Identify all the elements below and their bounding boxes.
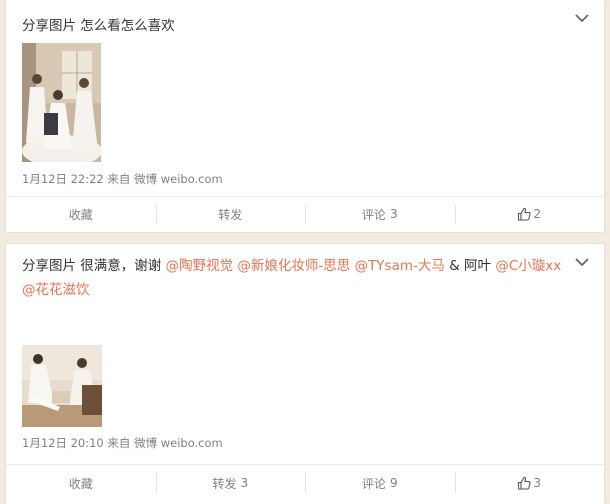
post-text: 分享图片 怎么看怎么喜欢 [22, 14, 576, 38]
thumbs-up-icon [518, 207, 532, 221]
mention-link[interactable]: @TYsam-大马 [355, 258, 445, 274]
comment-label: 评论 [361, 476, 386, 491]
post-via: 来自 [107, 436, 131, 450]
comment-count: 3 [389, 207, 398, 221]
chevron-down-icon[interactable] [574, 12, 590, 24]
like-count: 2 [533, 207, 542, 221]
like-button[interactable]: 3 [454, 465, 605, 501]
repost-count: 3 [240, 476, 249, 490]
comment-label: 评论 [361, 207, 386, 222]
weibo-post: 分享图片 很满意，谢谢 @陶野视觉 @新娘化妆师-思思 @TYsam-大马 & … [5, 243, 605, 504]
bridal-photo-image [22, 345, 102, 427]
favorite-button[interactable]: 收藏 [6, 197, 156, 231]
repost-button[interactable]: 转发 3 [155, 465, 306, 501]
thumbs-up-icon [518, 476, 532, 490]
favorite-label: 收藏 [68, 207, 93, 222]
weibo-post: 分享图片 怎么看怎么喜欢 1月12日 22:22 来自 微博 weibo.com… [5, 0, 605, 233]
post-photo[interactable] [22, 345, 102, 427]
post-actions: 收藏 转发 3 评论 9 3 [6, 464, 604, 501]
favorite-button[interactable]: 收藏 [6, 465, 156, 501]
repost-label: 转发 [212, 476, 237, 491]
bridal-photo-image [22, 43, 101, 162]
post-time[interactable]: 1月12日 20:10 [22, 436, 104, 450]
post-source[interactable]: 微博 weibo.com [134, 172, 223, 186]
repost-button[interactable]: 转发 [155, 197, 306, 231]
post-actions: 收藏 转发 评论 3 2 [6, 196, 604, 231]
comment-button[interactable]: 评论 9 [305, 465, 455, 501]
mention-link[interactable]: @新娘化妆师-思思 [237, 258, 350, 274]
post-source[interactable]: 微博 weibo.com [134, 436, 223, 450]
repost-label: 转发 [218, 207, 243, 222]
chevron-down-icon[interactable] [574, 256, 590, 268]
post-text-content: 分享图片 怎么看怎么喜欢 [22, 18, 175, 34]
comment-count: 9 [389, 476, 398, 490]
post-meta: 1月12日 20:10 来自 微博 weibo.com [22, 435, 223, 451]
post-time[interactable]: 1月12日 22:22 [22, 172, 104, 186]
like-count: 3 [533, 476, 542, 490]
post-photo[interactable] [22, 43, 101, 162]
mention-link[interactable]: @陶野视觉 [166, 258, 234, 274]
like-button[interactable]: 2 [454, 197, 605, 231]
post-meta: 1月12日 22:22 来自 微博 weibo.com [22, 171, 223, 187]
post-text-prefix: 分享图片 很满意，谢谢 [22, 258, 162, 274]
mention-link[interactable]: @C小璇xx [495, 258, 561, 274]
post-text: 分享图片 很满意，谢谢 @陶野视觉 @新娘化妆师-思思 @TYsam-大马 & … [22, 254, 576, 302]
comment-button[interactable]: 评论 3 [305, 197, 455, 231]
post-text-connector: & 阿叶 [449, 258, 492, 274]
post-via: 来自 [107, 172, 131, 186]
mention-link[interactable]: @花花滋饮 [22, 282, 90, 298]
favorite-label: 收藏 [68, 476, 93, 491]
